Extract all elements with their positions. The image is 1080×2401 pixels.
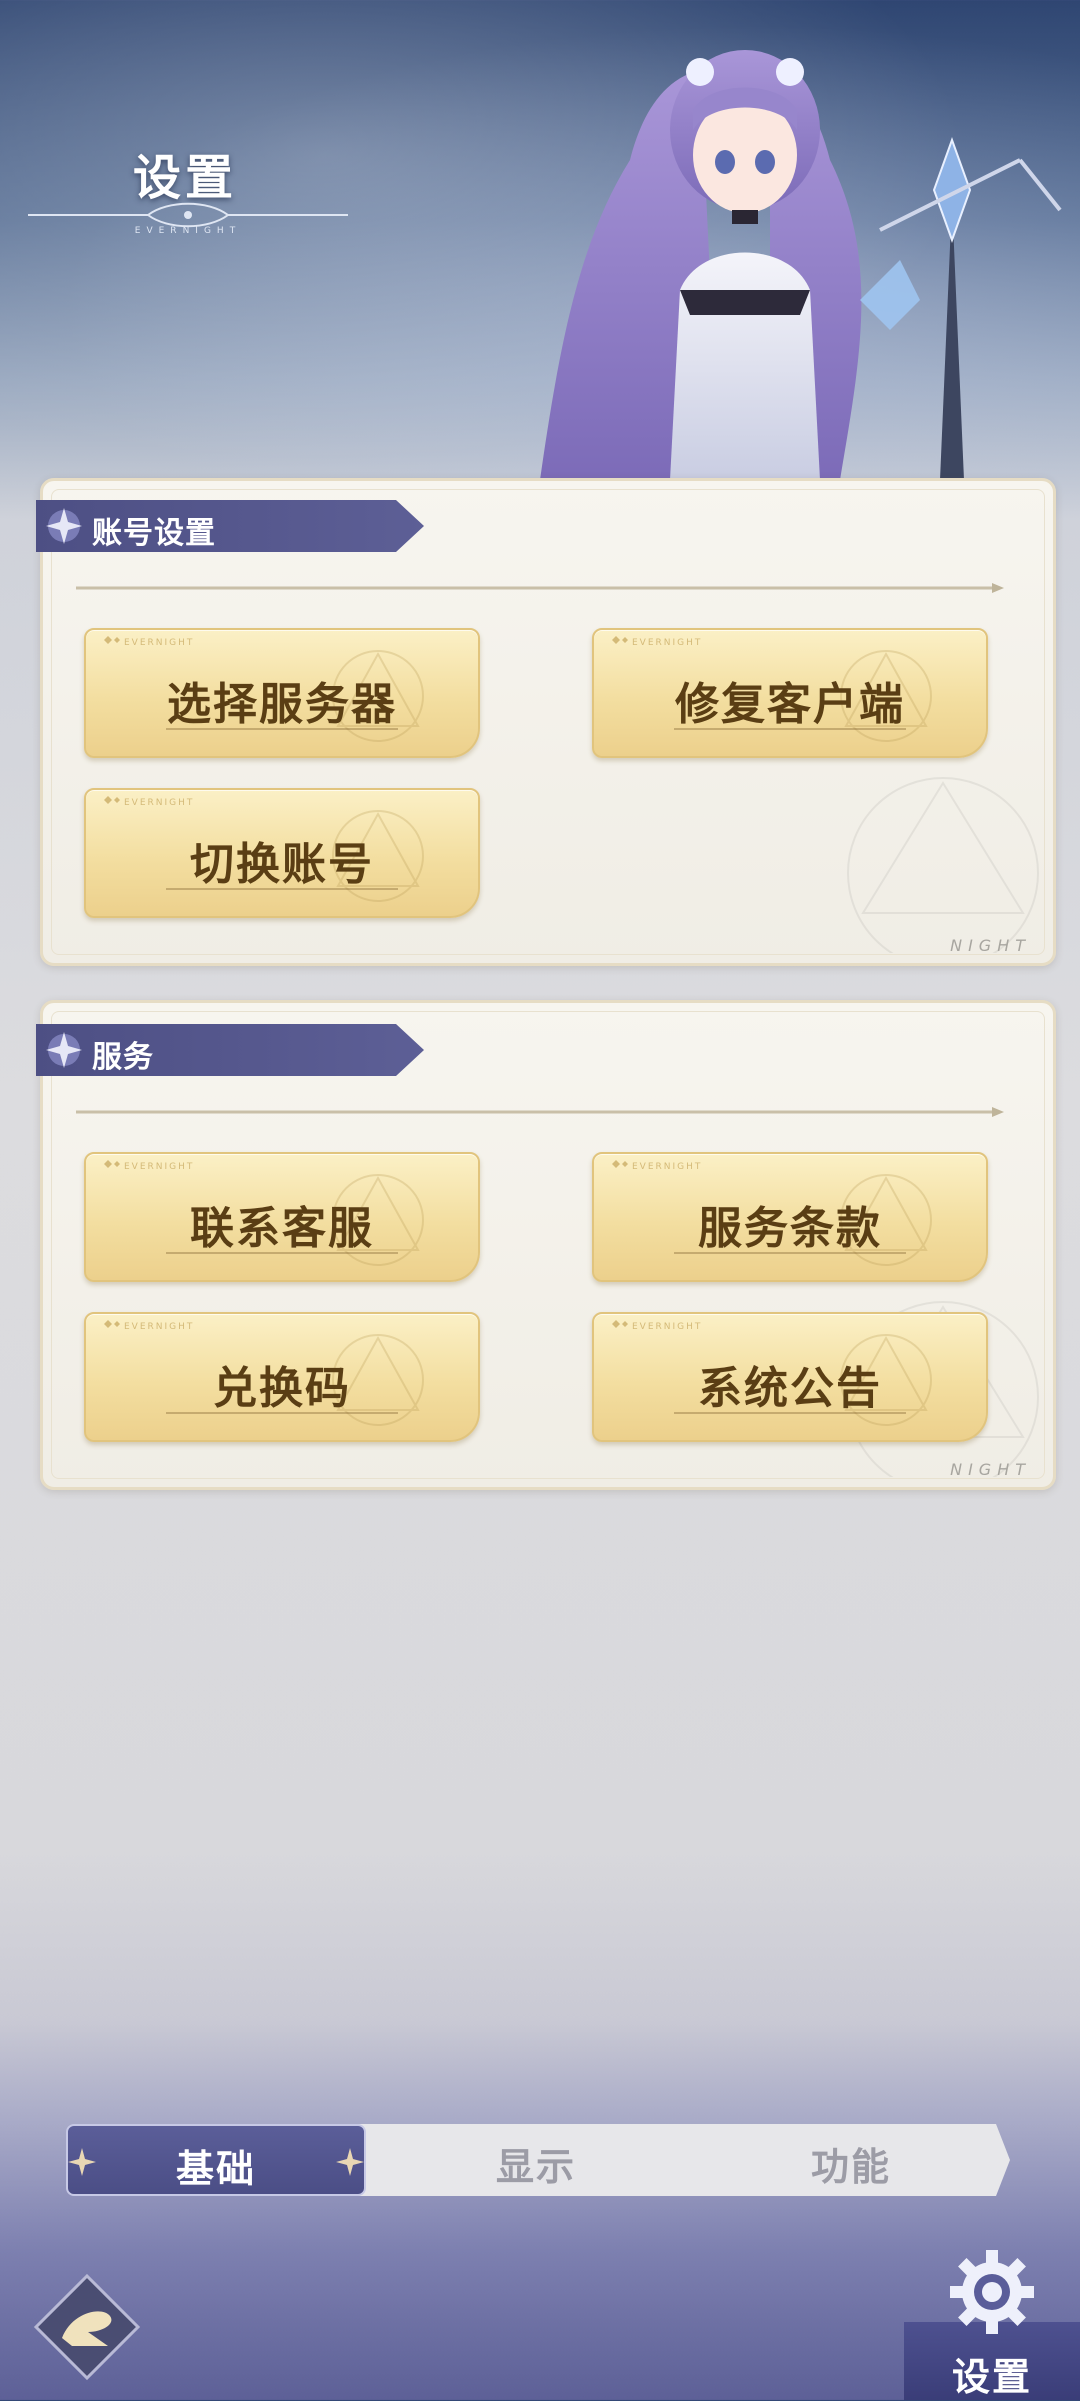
svg-text:EVERNIGHT: EVERNIGHT <box>124 1322 194 1332</box>
system-notice-label: 系统公告 <box>698 1363 882 1414</box>
button-underline <box>674 728 906 730</box>
terms-of-service-label: 服务条款 <box>698 1203 882 1254</box>
title-ornament: EVERNIGHT <box>28 200 348 240</box>
button-underline <box>166 1252 398 1254</box>
svg-text:EVERNIGHT: EVERNIGHT <box>124 1162 194 1172</box>
tab-basic-label: 基础 <box>175 2146 256 2191</box>
tab-display-label: 显示 <box>495 2144 576 2189</box>
button-underline <box>166 888 398 890</box>
section-divider <box>76 583 1004 593</box>
gear-icon <box>950 2250 1034 2334</box>
select-server-button[interactable]: EVERNIGHT 选择服务器 <box>84 628 480 758</box>
contact-support-button[interactable]: EVERNIGHT 联系客服 <box>84 1152 480 1282</box>
tab-display[interactable]: 显示 <box>386 2124 686 2196</box>
button-ornament: EVERNIGHT <box>104 1160 194 1172</box>
panel-watermark-text: NIGHT <box>950 936 1031 955</box>
settings-nav-button[interactable]: 设置 <box>904 2244 1080 2400</box>
select-server-label: 选择服务器 <box>167 679 397 730</box>
svg-text:EVERNIGHT: EVERNIGHT <box>632 1322 702 1332</box>
button-underline <box>674 1412 906 1414</box>
settings-nav-label: 设置 <box>951 2354 1032 2399</box>
page-title: 设置 <box>132 150 237 206</box>
tab-basic[interactable]: 基础 <box>66 2124 366 2196</box>
panel-watermark-text: NIGHT <box>950 1460 1031 1479</box>
character-illustration <box>540 50 1062 480</box>
account-section-title: 账号设置 <box>92 516 216 551</box>
title-ornament-text: EVERNIGHT <box>134 226 242 236</box>
compass-star-icon <box>46 1032 82 1068</box>
redeem-code-label: 兑换码 <box>213 1363 351 1414</box>
svg-text:EVERNIGHT: EVERNIGHT <box>632 638 702 648</box>
button-underline <box>166 728 398 730</box>
redeem-code-button[interactable]: EVERNIGHT 兑换码 <box>84 1312 480 1442</box>
repair-client-button[interactable]: EVERNIGHT 修复客户端 <box>592 628 988 758</box>
button-ornament: EVERNIGHT <box>104 796 194 808</box>
service-section-title: 服务 <box>92 1040 154 1075</box>
account-section-header: 账号设置 <box>36 500 424 552</box>
svg-text:EVERNIGHT: EVERNIGHT <box>124 638 194 648</box>
repair-client-label: 修复客户端 <box>675 679 905 730</box>
button-ornament: EVERNIGHT <box>104 1320 194 1332</box>
tab-features[interactable]: 功能 <box>706 2124 996 2196</box>
button-ornament: EVERNIGHT <box>612 636 702 648</box>
terms-of-service-button[interactable]: EVERNIGHT 服务条款 <box>592 1152 988 1282</box>
svg-text:EVERNIGHT: EVERNIGHT <box>124 798 194 808</box>
game-logo-icon[interactable] <box>32 2272 142 2382</box>
switch-account-button[interactable]: EVERNIGHT 切换账号 <box>84 788 480 918</box>
button-underline <box>166 1412 398 1414</box>
star-ornament-icon <box>336 2148 364 2176</box>
compass-star-icon <box>46 508 82 544</box>
button-ornament: EVERNIGHT <box>612 1320 702 1332</box>
switch-account-label: 切换账号 <box>190 839 374 890</box>
button-ornament: EVERNIGHT <box>612 1160 702 1172</box>
magic-circle-watermark <box>847 777 1039 953</box>
system-notice-button[interactable]: EVERNIGHT 系统公告 <box>592 1312 988 1442</box>
section-divider <box>76 1107 1004 1117</box>
button-underline <box>674 1252 906 1254</box>
svg-text:EVERNIGHT: EVERNIGHT <box>632 1162 702 1172</box>
service-section-header: 服务 <box>36 1024 424 1076</box>
button-ornament: EVERNIGHT <box>104 636 194 648</box>
tab-features-label: 功能 <box>810 2144 891 2189</box>
settings-tab-bar: 基础 显示 功能 <box>66 2124 1010 2196</box>
contact-support-label: 联系客服 <box>190 1203 374 1254</box>
